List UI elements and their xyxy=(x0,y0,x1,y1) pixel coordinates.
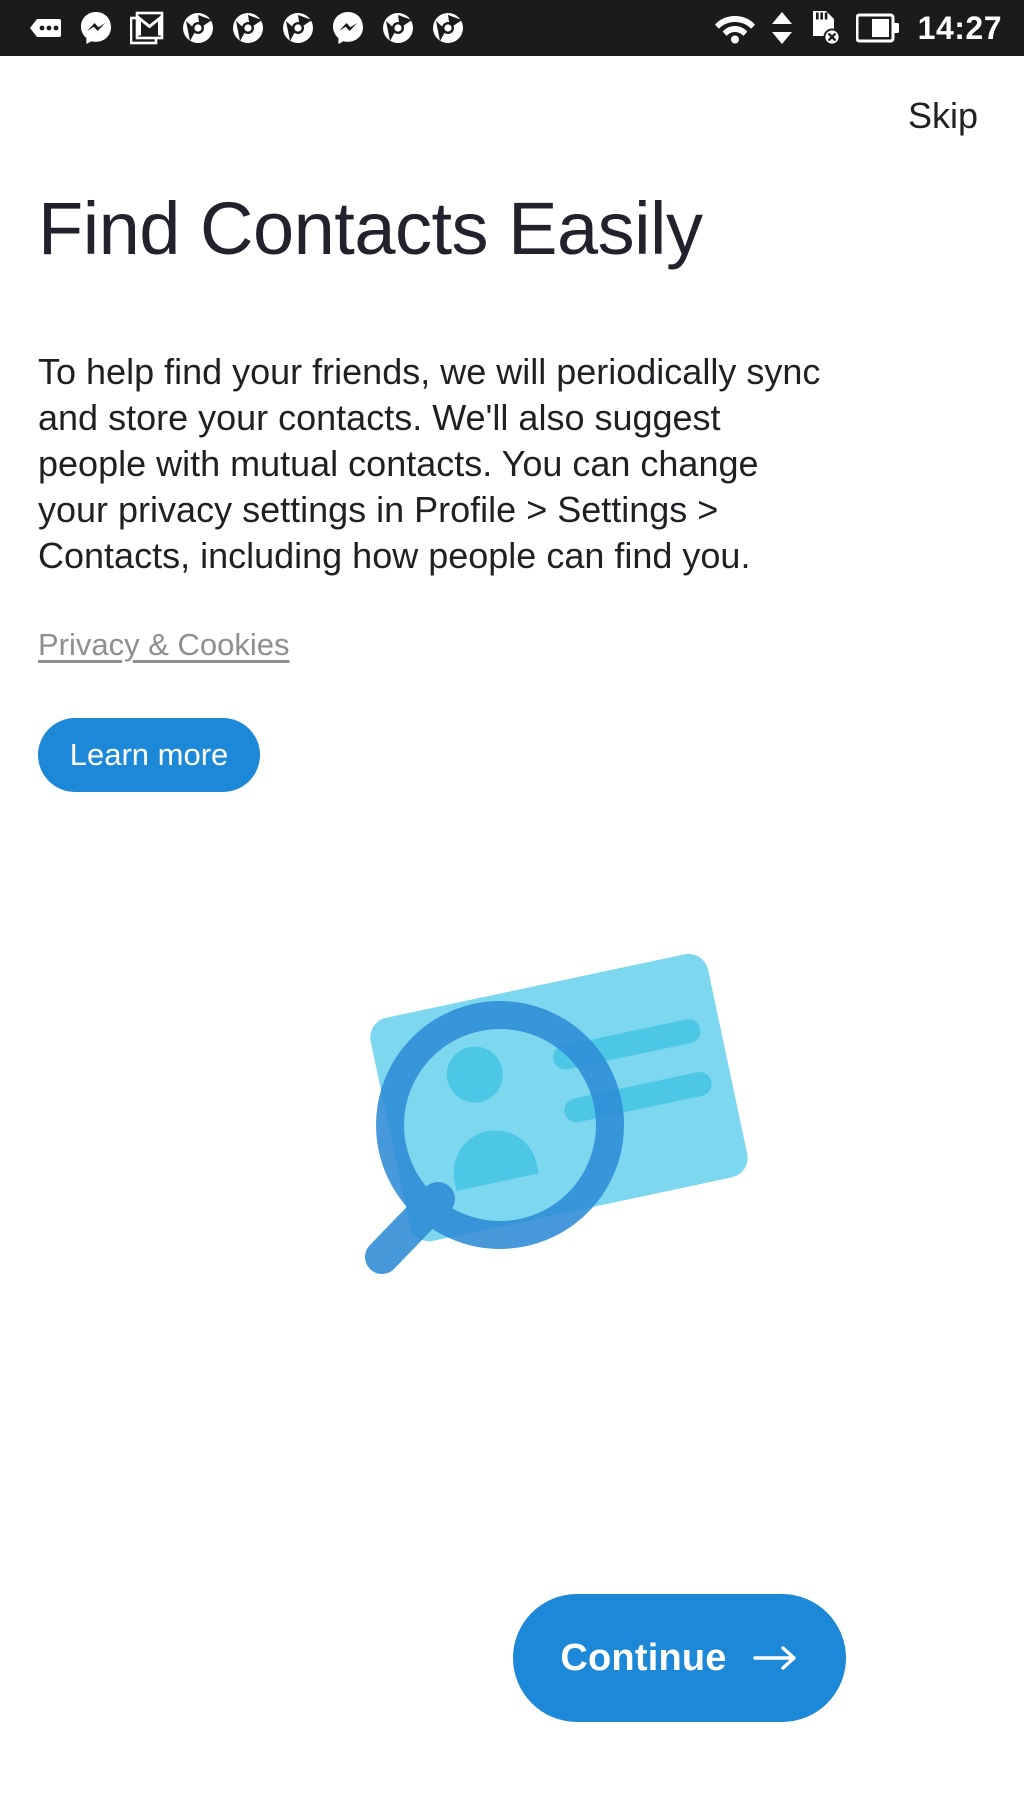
chrome-icon xyxy=(183,13,213,43)
status-bar-system-icons: 14:27 xyxy=(714,10,1024,46)
continue-button[interactable]: Continue xyxy=(513,1594,846,1722)
messenger-icon xyxy=(81,12,111,44)
illustration-svg xyxy=(365,953,748,1274)
contact-card-magnifier-illustration xyxy=(0,895,1024,1315)
page-title: Find Contacts Easily xyxy=(38,187,703,270)
status-bar-clock: 14:27 xyxy=(917,10,1002,46)
description-text: To help find your friends, we will perio… xyxy=(38,351,821,577)
privacy-and-cookies-link[interactable]: Privacy & Cookies xyxy=(36,623,292,667)
skip-button[interactable]: Skip xyxy=(898,92,988,140)
arrow-right-icon xyxy=(752,1645,799,1671)
status-bar-notification-icons xyxy=(0,11,714,45)
chrome-icon xyxy=(383,13,413,43)
chrome-icon xyxy=(283,13,313,43)
battery-icon xyxy=(855,13,899,43)
sd-card-removed-icon xyxy=(812,11,841,46)
continue-button-label: Continue xyxy=(560,1636,727,1679)
chrome-icon xyxy=(233,13,263,43)
wifi-icon xyxy=(714,16,755,44)
learn-more-button[interactable]: Learn more xyxy=(38,718,260,792)
chrome-icon xyxy=(433,13,463,43)
gmail-stacked-icon xyxy=(130,11,164,45)
data-transfer-icon xyxy=(771,12,792,44)
messenger-icon xyxy=(333,12,363,44)
status-bar: 14:27 xyxy=(0,0,1024,56)
messages-more-icon xyxy=(30,19,61,37)
